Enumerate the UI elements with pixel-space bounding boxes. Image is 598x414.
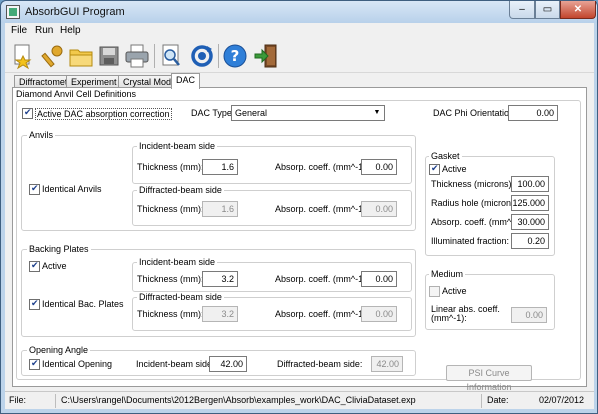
gasket-active-label: Active xyxy=(442,164,467,174)
dac-type-select[interactable]: General ▼ xyxy=(231,105,385,121)
identical-opening-checkbox[interactable] xyxy=(29,358,40,370)
medium-active-checkbox[interactable] xyxy=(429,286,440,297)
backing-diffracted-thickness-field: 3.2 xyxy=(202,306,238,322)
anvils-diffracted-thickness-label: Thickness (mm): xyxy=(137,204,204,214)
dac-type-label: DAC Type: xyxy=(191,108,235,118)
section-title: Diamond Anvil Cell Definitions xyxy=(16,89,137,99)
maximize-button[interactable]: ▭ xyxy=(535,1,560,19)
phi-orientation-field[interactable]: 0.00 xyxy=(508,105,558,121)
backing-diffracted-thickness-label: Thickness (mm): xyxy=(137,309,204,319)
identical-anvils-checkbox[interactable] xyxy=(29,183,40,195)
tab-dac[interactable]: DAC xyxy=(171,73,201,89)
gasket-thickness-label: Thickness (microns): xyxy=(431,179,515,189)
toolbar-separator xyxy=(218,44,219,68)
status-file-label: File: xyxy=(9,395,27,405)
svg-text:?: ? xyxy=(231,47,240,65)
backing-incident-absorp-field[interactable]: 0.00 xyxy=(361,271,397,287)
save-icon[interactable] xyxy=(95,42,123,70)
opening-incident-field[interactable]: 42.00 xyxy=(209,356,247,372)
anvils-incident-absorp-field[interactable]: 0.00 xyxy=(361,159,397,175)
window-title: AbsorbGUI Program xyxy=(25,6,125,18)
exit-icon[interactable] xyxy=(252,42,280,70)
gasket-absorp-field[interactable]: 30.000 xyxy=(511,214,549,230)
identical-bac-plates-label: Identical Bac. Plates xyxy=(42,299,124,309)
client-area: File Run Help ? Diffractometer Experimen… xyxy=(5,23,594,409)
help-icon[interactable]: ? xyxy=(221,42,249,70)
anvils-incident-thickness-field[interactable]: 1.6 xyxy=(202,159,238,175)
opening-diffracted-label: Diffracted-beam side: xyxy=(277,359,363,369)
close-button[interactable]: ✕ xyxy=(560,1,596,19)
refresh-icon[interactable] xyxy=(188,42,216,70)
medium-linear-unit-label: (mm^-1): xyxy=(431,313,467,323)
gasket-radius-label: Radius hole (microns): xyxy=(431,198,522,208)
backing-incident-absorp-label: Absorp. coeff. (mm^-1): xyxy=(275,274,369,284)
active-dac-checkbox[interactable] xyxy=(22,107,33,119)
backing-diffracted-absorp-label: Absorp. coeff. (mm^-1): xyxy=(275,309,369,319)
backing-active-label: Active xyxy=(42,261,67,271)
print-icon[interactable] xyxy=(123,42,151,70)
backing-incident-thickness-field[interactable]: 3.2 xyxy=(202,271,238,287)
medium-title: Medium xyxy=(429,269,466,279)
gasket-illuminated-field[interactable]: 0.20 xyxy=(511,233,549,249)
opening-diffracted-field: 42.00 xyxy=(371,356,403,372)
anvils-incident-absorp-label: Absorp. coeff. (mm^-1): xyxy=(275,162,369,172)
psi-curve-button[interactable]: PSI Curve Information xyxy=(446,365,532,392)
phi-orientation-label: DAC Phi Orientation: xyxy=(433,108,517,118)
toolbar-separator xyxy=(154,44,155,68)
anvils-diffracted-absorp-field: 0.00 xyxy=(361,201,397,217)
anvils-title: Anvils xyxy=(27,130,56,140)
anvils-diffracted-thickness-field: 1.6 xyxy=(202,201,238,217)
toolbar: ? xyxy=(5,39,594,73)
anvils-diffracted-title: Diffracted-beam side xyxy=(137,185,224,195)
dac-type-value: General xyxy=(235,108,268,118)
menu-bar: File Run Help xyxy=(5,23,594,39)
anvils-incident-thickness-label: Thickness (mm): xyxy=(137,162,204,172)
chevron-down-icon: ▼ xyxy=(373,109,381,116)
minimize-button[interactable]: – xyxy=(509,1,535,19)
backing-plates-title: Backing Plates xyxy=(27,244,91,254)
status-separator xyxy=(481,394,482,408)
gasket-radius-field[interactable]: 125.000 xyxy=(511,195,549,211)
backing-active-checkbox[interactable] xyxy=(29,260,40,272)
print-preview-icon[interactable] xyxy=(157,42,185,70)
status-separator xyxy=(55,394,56,408)
identical-bac-plates-checkbox[interactable] xyxy=(29,298,40,310)
app-icon xyxy=(6,5,20,19)
new-file-icon[interactable] xyxy=(9,42,37,70)
title-bar[interactable]: AbsorbGUI Program – ▭ ✕ xyxy=(1,1,597,23)
anvils-diffracted-absorp-label: Absorp. coeff. (mm^-1): xyxy=(275,204,369,214)
menu-help[interactable]: Help xyxy=(60,25,81,36)
medium-active-label: Active xyxy=(442,286,467,296)
backing-diffracted-absorp-field: 0.00 xyxy=(361,306,397,322)
app-window: AbsorbGUI Program – ▭ ✕ File Run Help ? … xyxy=(0,0,598,414)
identical-anvils-label: Identical Anvils xyxy=(42,184,102,194)
gasket-title: Gasket xyxy=(429,151,462,161)
menu-file[interactable]: File xyxy=(11,25,27,36)
key-icon[interactable] xyxy=(39,42,67,70)
gasket-thickness-field[interactable]: 100.00 xyxy=(511,176,549,192)
medium-linear-field: 0.00 xyxy=(511,307,547,323)
backing-diffracted-title: Diffracted-beam side xyxy=(137,292,224,302)
gasket-active-checkbox[interactable] xyxy=(429,163,440,175)
dac-tab-page: Diamond Anvil Cell Definitions Active DA… xyxy=(12,87,587,392)
status-date-value: 02/07/2012 xyxy=(539,395,585,405)
opening-incident-label: Incident-beam side: xyxy=(136,359,215,369)
backing-incident-title: Incident-beam side xyxy=(137,257,218,267)
identical-opening-label: Identical Opening xyxy=(42,359,113,369)
menu-run[interactable]: Run xyxy=(35,25,53,36)
gasket-illuminated-label: Illuminated fraction: xyxy=(431,236,510,246)
backing-incident-thickness-label: Thickness (mm): xyxy=(137,274,204,284)
active-dac-label[interactable]: Active DAC absorption correction xyxy=(35,108,172,120)
anvils-incident-title: Incident-beam side xyxy=(137,141,218,151)
opening-angle-title: Opening Angle xyxy=(27,345,91,355)
status-file-path: C:\Users\rangel\Documents\2012Bergen\Abs… xyxy=(61,395,416,405)
status-bar: File: C:\Users\rangel\Documents\2012Berg… xyxy=(5,391,594,409)
status-date-label: Date: xyxy=(487,395,509,405)
open-folder-icon[interactable] xyxy=(67,42,95,70)
